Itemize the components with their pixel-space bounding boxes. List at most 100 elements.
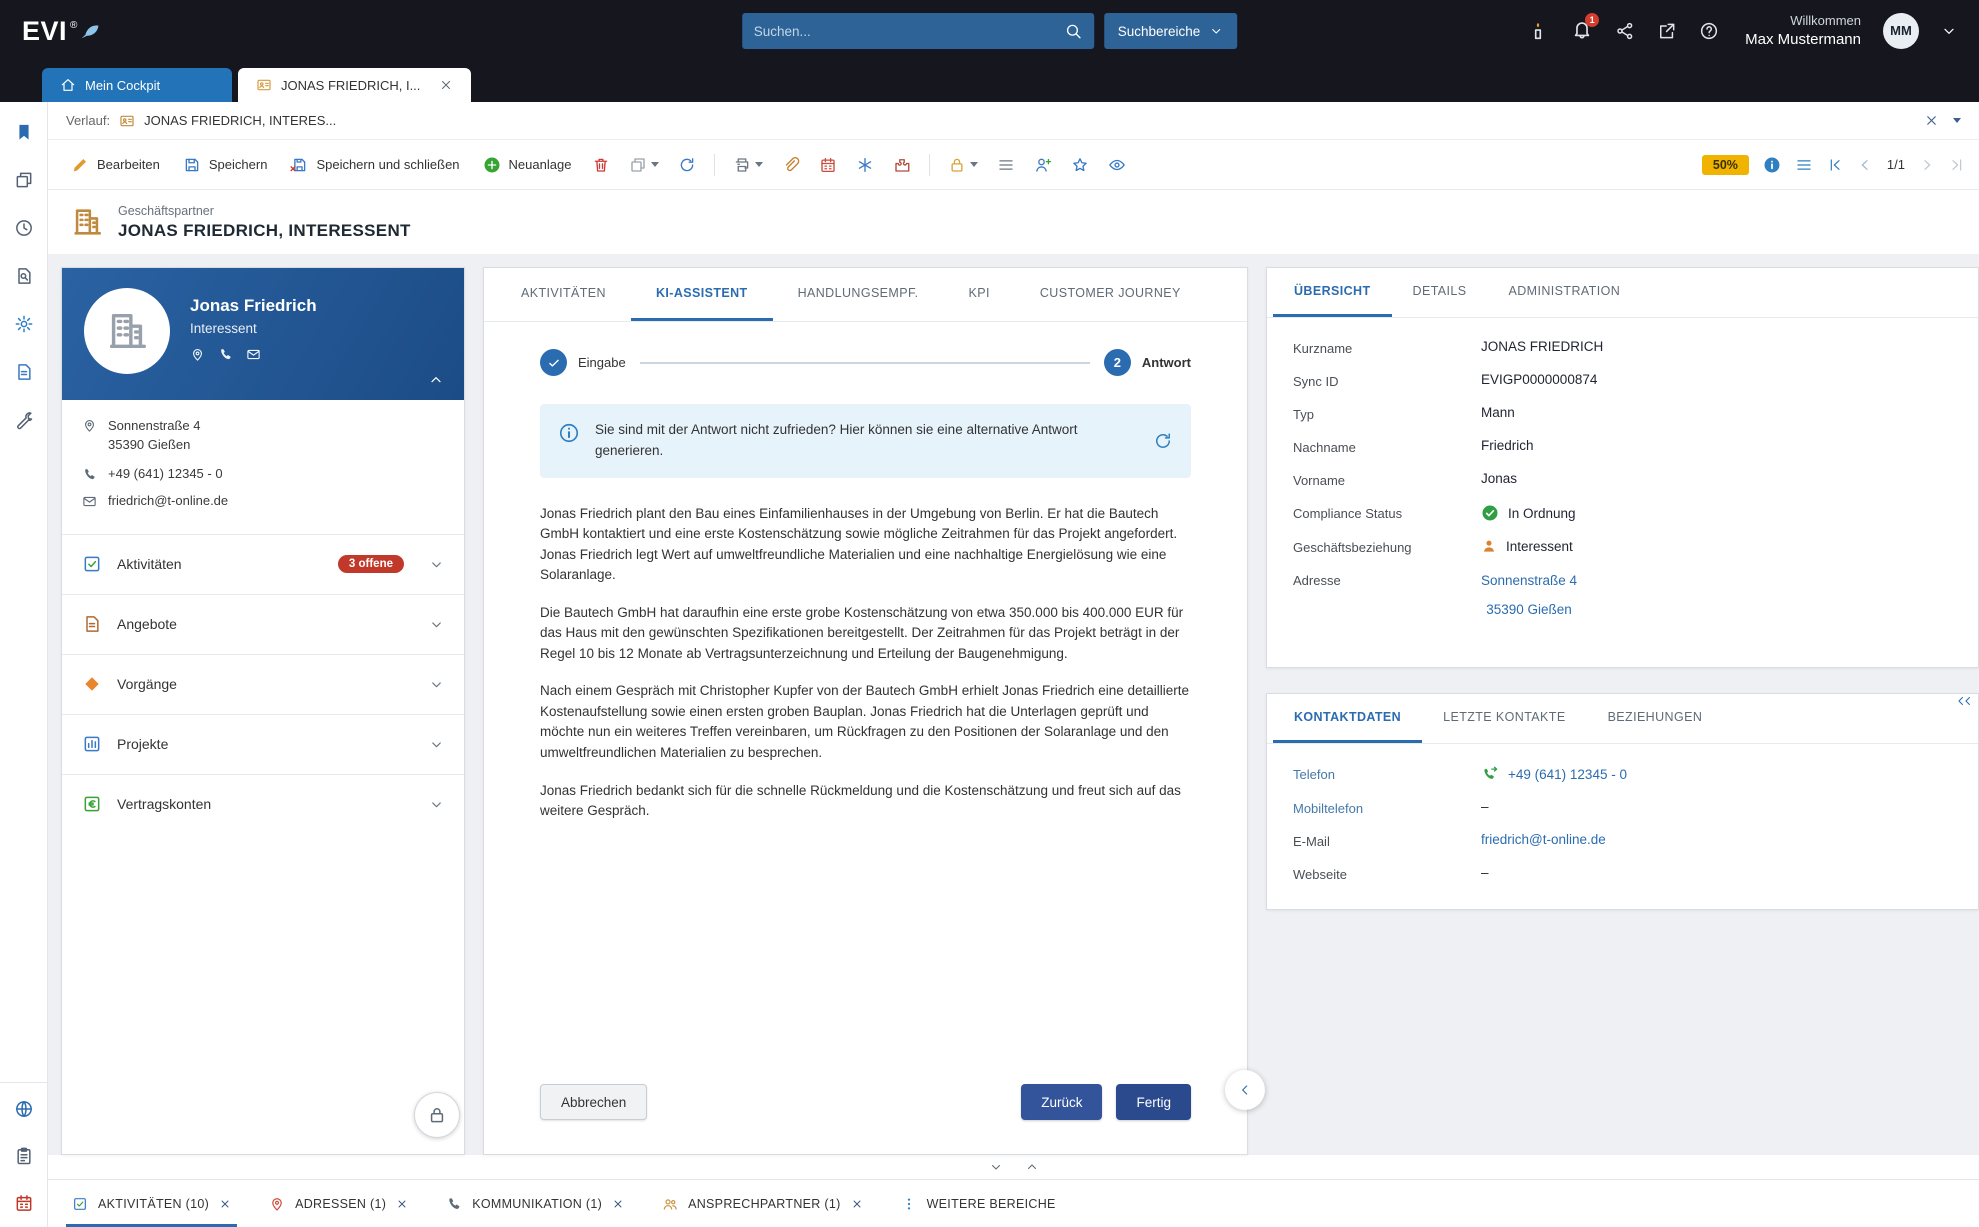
menu-icon[interactable] — [1795, 156, 1813, 174]
bottom-tab-adressen[interactable]: ADRESSEN (1) — [255, 1180, 422, 1227]
search-icon[interactable] — [1064, 22, 1082, 40]
edit-button[interactable]: Bearbeiten — [62, 148, 169, 182]
appointments-button[interactable] — [812, 148, 844, 182]
copy-dropdown-icon[interactable] — [651, 162, 659, 167]
web-user-icon[interactable] — [14, 1099, 34, 1119]
tab-uebersicht[interactable]: ÜBERSICHT — [1273, 268, 1392, 317]
chevron-down-icon[interactable] — [429, 617, 444, 632]
bottom-tab-kommunikation[interactable]: KOMMUNIKATION (1) — [432, 1180, 638, 1227]
tab-kpi[interactable]: KPI — [944, 268, 1015, 321]
section-angebote[interactable]: Angebote — [62, 594, 464, 654]
expand-up-icon[interactable] — [1025, 1160, 1039, 1174]
print-dropdown-icon[interactable] — [755, 162, 763, 167]
user-menu-chevron-icon[interactable] — [1941, 23, 1957, 39]
address-link-line2[interactable]: 35390 Gießen — [1486, 600, 1572, 620]
tab-beziehungen[interactable]: BEZIEHUNGEN — [1587, 694, 1724, 743]
previous-page-icon[interactable] — [1857, 157, 1873, 173]
document-search-icon[interactable] — [14, 266, 34, 286]
finish-button[interactable]: Fertig — [1116, 1084, 1191, 1120]
cancel-button[interactable]: Abbrechen — [540, 1084, 647, 1120]
tab-handlungsempf[interactable]: HANDLUNGSEMPF. — [773, 268, 944, 321]
functions-button[interactable] — [849, 148, 881, 182]
section-aktivitaeten[interactable]: Aktivitäten 3 offene — [62, 534, 464, 594]
notifications-button[interactable]: 1 — [1571, 18, 1593, 43]
calendar-icon[interactable] — [14, 1193, 34, 1213]
search-scope-dropdown[interactable]: Suchbereiche — [1104, 13, 1238, 49]
candle-icon[interactable] — [1527, 20, 1549, 42]
history-dropdown-icon[interactable] — [1953, 118, 1961, 123]
watch-button[interactable] — [1101, 148, 1133, 182]
new-record-button[interactable]: Neuanlage — [474, 148, 581, 182]
user-avatar[interactable]: MM — [1883, 13, 1919, 49]
search-box[interactable] — [742, 13, 1094, 49]
bookmarks-icon[interactable] — [14, 122, 34, 142]
location-pin-icon[interactable] — [190, 347, 205, 362]
tab-customer-journey[interactable]: CUSTOMER JOURNEY — [1015, 268, 1206, 321]
bottom-tab-weitere-bereiche[interactable]: WEITERE BEREICHE — [887, 1180, 1070, 1227]
report-document-icon[interactable] — [14, 362, 34, 382]
close-tab-icon[interactable] — [851, 1198, 863, 1210]
save-and-close-button[interactable]: Speichern und schließen — [281, 148, 468, 182]
expand-right-panel-button[interactable] — [1961, 694, 1975, 708]
chevron-down-icon[interactable] — [429, 737, 444, 752]
attachment-button[interactable] — [775, 148, 807, 182]
close-tab-icon[interactable] — [612, 1198, 624, 1210]
tab-ki-assistent[interactable]: KI-ASSISTENT — [631, 268, 773, 321]
history-icon[interactable] — [14, 218, 34, 238]
bottom-tab-ansprechpartner[interactable]: ANSPRECHPARTNER (1) — [648, 1180, 876, 1227]
expand-down-icon[interactable] — [989, 1160, 1003, 1174]
contact-phone[interactable]: +49 (641) 12345 - 0 — [108, 466, 223, 481]
add-contact-button[interactable] — [1027, 148, 1059, 182]
first-page-icon[interactable] — [1827, 157, 1843, 173]
mail-icon[interactable] — [246, 347, 261, 362]
close-tab-icon[interactable] — [396, 1198, 408, 1210]
chevron-down-icon[interactable] — [429, 797, 444, 812]
last-page-icon[interactable] — [1949, 157, 1965, 173]
back-button[interactable]: Zurück — [1021, 1084, 1102, 1120]
info-icon[interactable] — [1763, 156, 1781, 174]
tab-administration[interactable]: ADMINISTRATION — [1488, 268, 1642, 317]
phone-link[interactable]: +49 (641) 12345 - 0 — [1508, 767, 1627, 782]
tab-letzte-kontakte[interactable]: LETZTE KONTAKTE — [1422, 694, 1586, 743]
tab-jonas-friedrich[interactable]: JONAS FRIEDRICH, I... — [238, 68, 471, 102]
regenerate-icon[interactable] — [1153, 431, 1173, 451]
search-input[interactable] — [754, 24, 1064, 39]
phone-forward-icon[interactable] — [1481, 765, 1499, 783]
next-page-icon[interactable] — [1919, 157, 1935, 173]
tab-close-icon[interactable] — [439, 78, 453, 92]
permissions-dropdown-icon[interactable] — [970, 162, 978, 167]
chevron-down-icon[interactable] — [429, 677, 444, 692]
bottom-tab-aktivitaeten[interactable]: AKTIVITÄTEN (10) — [58, 1180, 245, 1227]
help-icon[interactable] — [1699, 21, 1719, 41]
close-tab-icon[interactable] — [219, 1198, 231, 1210]
chevron-down-icon[interactable] — [429, 557, 444, 572]
log-list-button[interactable] — [990, 148, 1022, 182]
contact-avatar[interactable] — [84, 288, 170, 374]
print-button[interactable] — [726, 148, 770, 182]
addons-button[interactable] — [886, 148, 918, 182]
save-button[interactable]: Speichern — [174, 148, 277, 182]
settings-gear-icon[interactable] — [14, 314, 34, 334]
section-projekte[interactable]: Projekte — [62, 714, 464, 774]
refresh-button[interactable] — [671, 148, 703, 182]
section-vertragskonten[interactable]: Vertragskonten — [62, 774, 464, 834]
copy-stack-icon[interactable] — [14, 170, 34, 190]
tab-details[interactable]: DETAILS — [1392, 268, 1488, 317]
permissions-button[interactable] — [941, 148, 985, 182]
share-icon[interactable] — [1615, 21, 1635, 41]
notes-clipboard-icon[interactable] — [14, 1146, 34, 1166]
favorite-button[interactable] — [1064, 148, 1096, 182]
delete-button[interactable] — [585, 148, 617, 182]
collapse-panel-button[interactable] — [1225, 1070, 1265, 1110]
tools-wrench-icon[interactable] — [14, 410, 34, 430]
section-vorgaenge[interactable]: Vorgänge — [62, 654, 464, 714]
phone-icon[interactable] — [218, 347, 233, 362]
address-link-line1[interactable]: Sonnenstraße 4 — [1481, 571, 1577, 591]
email-link[interactable]: friedrich@t-online.de — [1481, 832, 1606, 847]
open-external-icon[interactable] — [1657, 21, 1677, 41]
copy-button[interactable] — [622, 148, 666, 182]
privacy-lock-button[interactable] — [414, 1092, 460, 1138]
tab-kontaktdaten[interactable]: KONTAKTDATEN — [1273, 694, 1422, 743]
close-history-icon[interactable] — [1924, 113, 1939, 128]
tab-mein-cockpit[interactable]: Mein Cockpit — [42, 68, 232, 102]
